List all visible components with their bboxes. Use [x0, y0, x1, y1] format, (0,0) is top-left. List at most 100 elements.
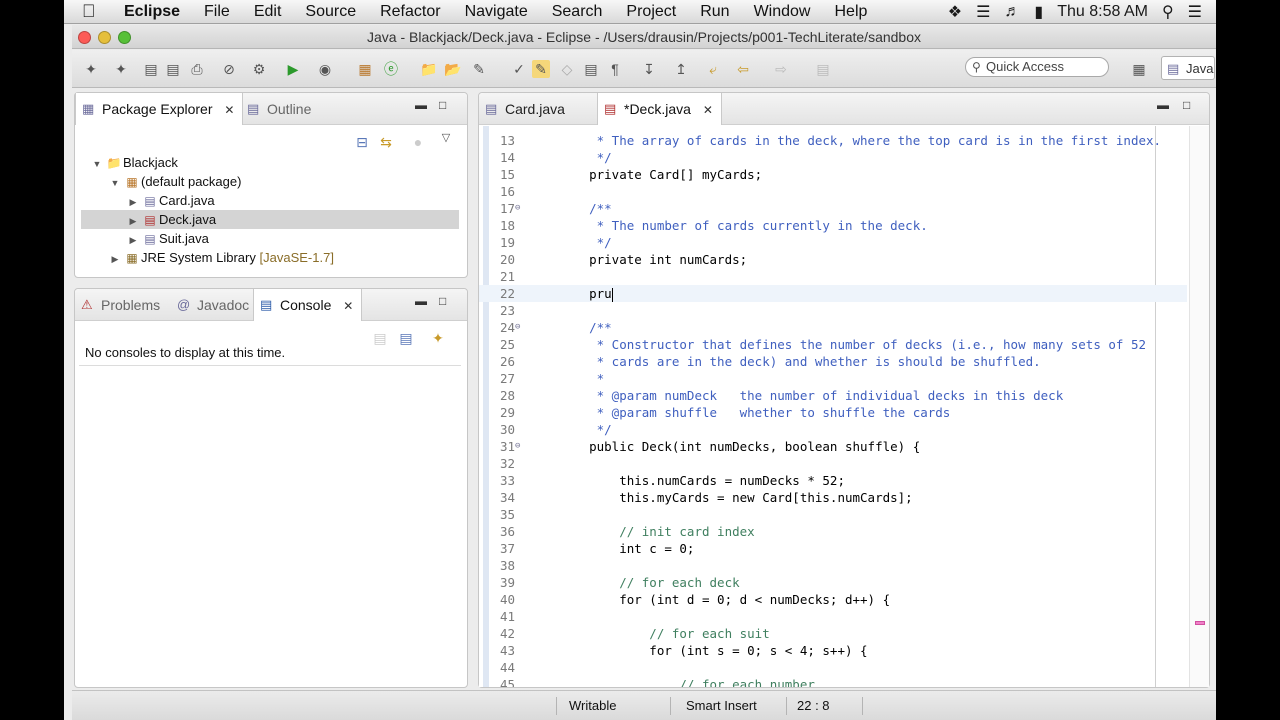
window-minimize-button[interactable]: [98, 31, 111, 44]
code-line[interactable]: 38: [479, 557, 1187, 574]
run-icon[interactable]: ▶: [284, 60, 302, 78]
menu-app[interactable]: Eclipse: [112, 3, 192, 21]
new-icon[interactable]: ✦: [82, 60, 100, 78]
java-perspective-button[interactable]: ▤ Java: [1161, 56, 1215, 80]
menu-source[interactable]: Source: [293, 3, 368, 21]
fold-icon[interactable]: ⊖: [515, 438, 523, 455]
tree-item-default-package[interactable]: ▼ ▦ (default package): [107, 172, 242, 193]
collapsed-chevron-icon[interactable]: ▶: [107, 250, 123, 269]
minimize-icon[interactable]: ▬: [415, 98, 427, 112]
code-line[interactable]: 29 * @param shuffle whether to shuffle t…: [479, 404, 1187, 421]
error-marker[interactable]: [1195, 621, 1205, 625]
tree-item-card-java[interactable]: ▶ ▤ Card.java: [125, 191, 215, 210]
maximize-icon[interactable]: □: [1183, 98, 1190, 112]
tab-problems[interactable]: ⚠ Problems: [75, 289, 168, 321]
save-all-icon[interactable]: ▤: [164, 60, 182, 78]
search-tool-icon[interactable]: ✎: [470, 60, 488, 78]
back-icon[interactable]: ⇦: [734, 60, 752, 78]
next-annotation-icon[interactable]: ↧: [640, 60, 658, 78]
maximize-icon[interactable]: □: [439, 98, 446, 112]
previous-annotation-icon[interactable]: ↥: [672, 60, 690, 78]
code-line[interactable]: 16: [479, 183, 1187, 200]
pin-editor-icon[interactable]: ▤: [814, 60, 832, 78]
focus-icon[interactable]: ●: [409, 133, 427, 151]
open-perspective-icon[interactable]: ▦: [1130, 60, 1148, 78]
open-console-icon[interactable]: ✦: [429, 329, 447, 347]
pin-console-icon[interactable]: ▤: [371, 329, 389, 347]
code-editor[interactable]: 13 * The array of cards in the deck, whe…: [479, 126, 1209, 687]
notification-center-icon[interactable]: ☰: [1188, 2, 1202, 22]
fold-icon[interactable]: ⊖: [515, 319, 523, 336]
battery-icon[interactable]: ▮: [1034, 2, 1043, 22]
code-line[interactable]: 15 private Card[] myCards;: [479, 166, 1187, 183]
view-menu-icon[interactable]: ▽: [437, 129, 455, 147]
code-line-current[interactable]: 22 pru: [479, 285, 1187, 302]
close-icon[interactable]: ✕: [703, 94, 713, 126]
new-class-icon[interactable]: ⓔ: [382, 60, 400, 78]
code-line[interactable]: 33 this.numCards = numDecks * 52;: [479, 472, 1187, 489]
code-line[interactable]: 40 for (int d = 0; d < numDecks; d++) {: [479, 591, 1187, 608]
code-line[interactable]: 20 private int numCards;: [479, 251, 1187, 268]
menu-help[interactable]: Help: [822, 3, 879, 21]
menu-project[interactable]: Project: [614, 3, 688, 21]
code-line[interactable]: 31 ⊖ public Deck(int numDecks, boolean sh…: [479, 438, 1187, 455]
code-line[interactable]: 44: [479, 659, 1187, 676]
menubar-clock[interactable]: Thu 8:58 AM: [1057, 3, 1148, 21]
tree-item-suit-java[interactable]: ▶ ▤ Suit.java: [125, 229, 209, 248]
tree-item-deck-java[interactable]: ▶ ▤ Deck.java: [81, 210, 459, 229]
minimize-icon[interactable]: ▬: [415, 294, 427, 308]
apple-icon[interactable]: : [82, 1, 112, 22]
menu-file[interactable]: File: [192, 3, 242, 21]
fold-icon[interactable]: ⊖: [515, 200, 523, 217]
forward-icon[interactable]: ⇨: [772, 60, 790, 78]
tab-outline[interactable]: ▤ Outline: [241, 93, 319, 125]
close-icon[interactable]: ✕: [343, 290, 353, 322]
code-line[interactable]: 43 for (int s = 0; s < 4; s++) {: [479, 642, 1187, 659]
code-line[interactable]: 39 // for each deck: [479, 574, 1187, 591]
code-line[interactable]: 25 * Constructor that defines the number…: [479, 336, 1187, 353]
tab-console[interactable]: ▤ Console ✕: [253, 289, 363, 322]
code-line[interactable]: 36 // init card index: [479, 523, 1187, 540]
show-whitespace-icon[interactable]: ▤: [582, 60, 600, 78]
save-icon[interactable]: ▤: [142, 60, 160, 78]
tab-package-explorer[interactable]: ▦ Package Explorer ✕: [75, 93, 244, 126]
open-resource-icon[interactable]: 📂: [444, 60, 462, 78]
menu-search[interactable]: Search: [540, 3, 615, 21]
skip-breakpoints-icon[interactable]: ⊘: [220, 60, 238, 78]
overview-ruler[interactable]: [1189, 126, 1209, 687]
code-line[interactable]: 13 * The array of cards in the deck, whe…: [479, 132, 1187, 149]
wifi-icon[interactable]: ☰: [976, 2, 990, 22]
expanded-chevron-icon[interactable]: ▼: [107, 174, 123, 193]
quick-access-field[interactable]: ⚲ Quick Access: [965, 57, 1109, 77]
code-line[interactable]: 30 */: [479, 421, 1187, 438]
code-line[interactable]: 45 // for each number: [479, 676, 1187, 687]
code-line[interactable]: 32: [479, 455, 1187, 472]
code-line[interactable]: 42 // for each suit: [479, 625, 1187, 642]
code-line[interactable]: 24 ⊖ /**: [479, 319, 1187, 336]
code-line[interactable]: 18 * The number of cards currently in th…: [479, 217, 1187, 234]
menu-edit[interactable]: Edit: [242, 3, 294, 21]
minimize-icon[interactable]: ▬: [1157, 98, 1169, 112]
expanded-chevron-icon[interactable]: ▼: [89, 155, 105, 174]
tab-card-java[interactable]: ▤ Card.java: [479, 93, 573, 125]
menu-refactor[interactable]: Refactor: [368, 3, 452, 21]
debug-icon[interactable]: ⚙: [250, 60, 268, 78]
last-edit-icon[interactable]: ⤶: [704, 60, 722, 78]
code-line[interactable]: 21: [479, 268, 1187, 285]
window-zoom-button[interactable]: [118, 31, 131, 44]
code-line[interactable]: 28 * @param numDeck the number of indivi…: [479, 387, 1187, 404]
block-selection-icon[interactable]: ◇: [558, 60, 576, 78]
external-tools-icon[interactable]: ▦: [356, 60, 374, 78]
code-line[interactable]: 14 */: [479, 149, 1187, 166]
tab-javadoc[interactable]: @ Javadoc: [171, 289, 257, 321]
close-icon[interactable]: ✕: [224, 94, 234, 126]
print-icon[interactable]: ⎙: [188, 60, 206, 78]
code-line[interactable]: 17 ⊖ /**: [479, 200, 1187, 217]
new-package-icon[interactable]: ✦: [112, 60, 130, 78]
window-close-button[interactable]: [78, 31, 91, 44]
code-line[interactable]: 41: [479, 608, 1187, 625]
dropbox-icon[interactable]: ❖: [948, 2, 962, 22]
code-line[interactable]: 35: [479, 506, 1187, 523]
code-line[interactable]: 27 *: [479, 370, 1187, 387]
tab-deck-java[interactable]: ▤ *Deck.java ✕: [597, 93, 722, 125]
